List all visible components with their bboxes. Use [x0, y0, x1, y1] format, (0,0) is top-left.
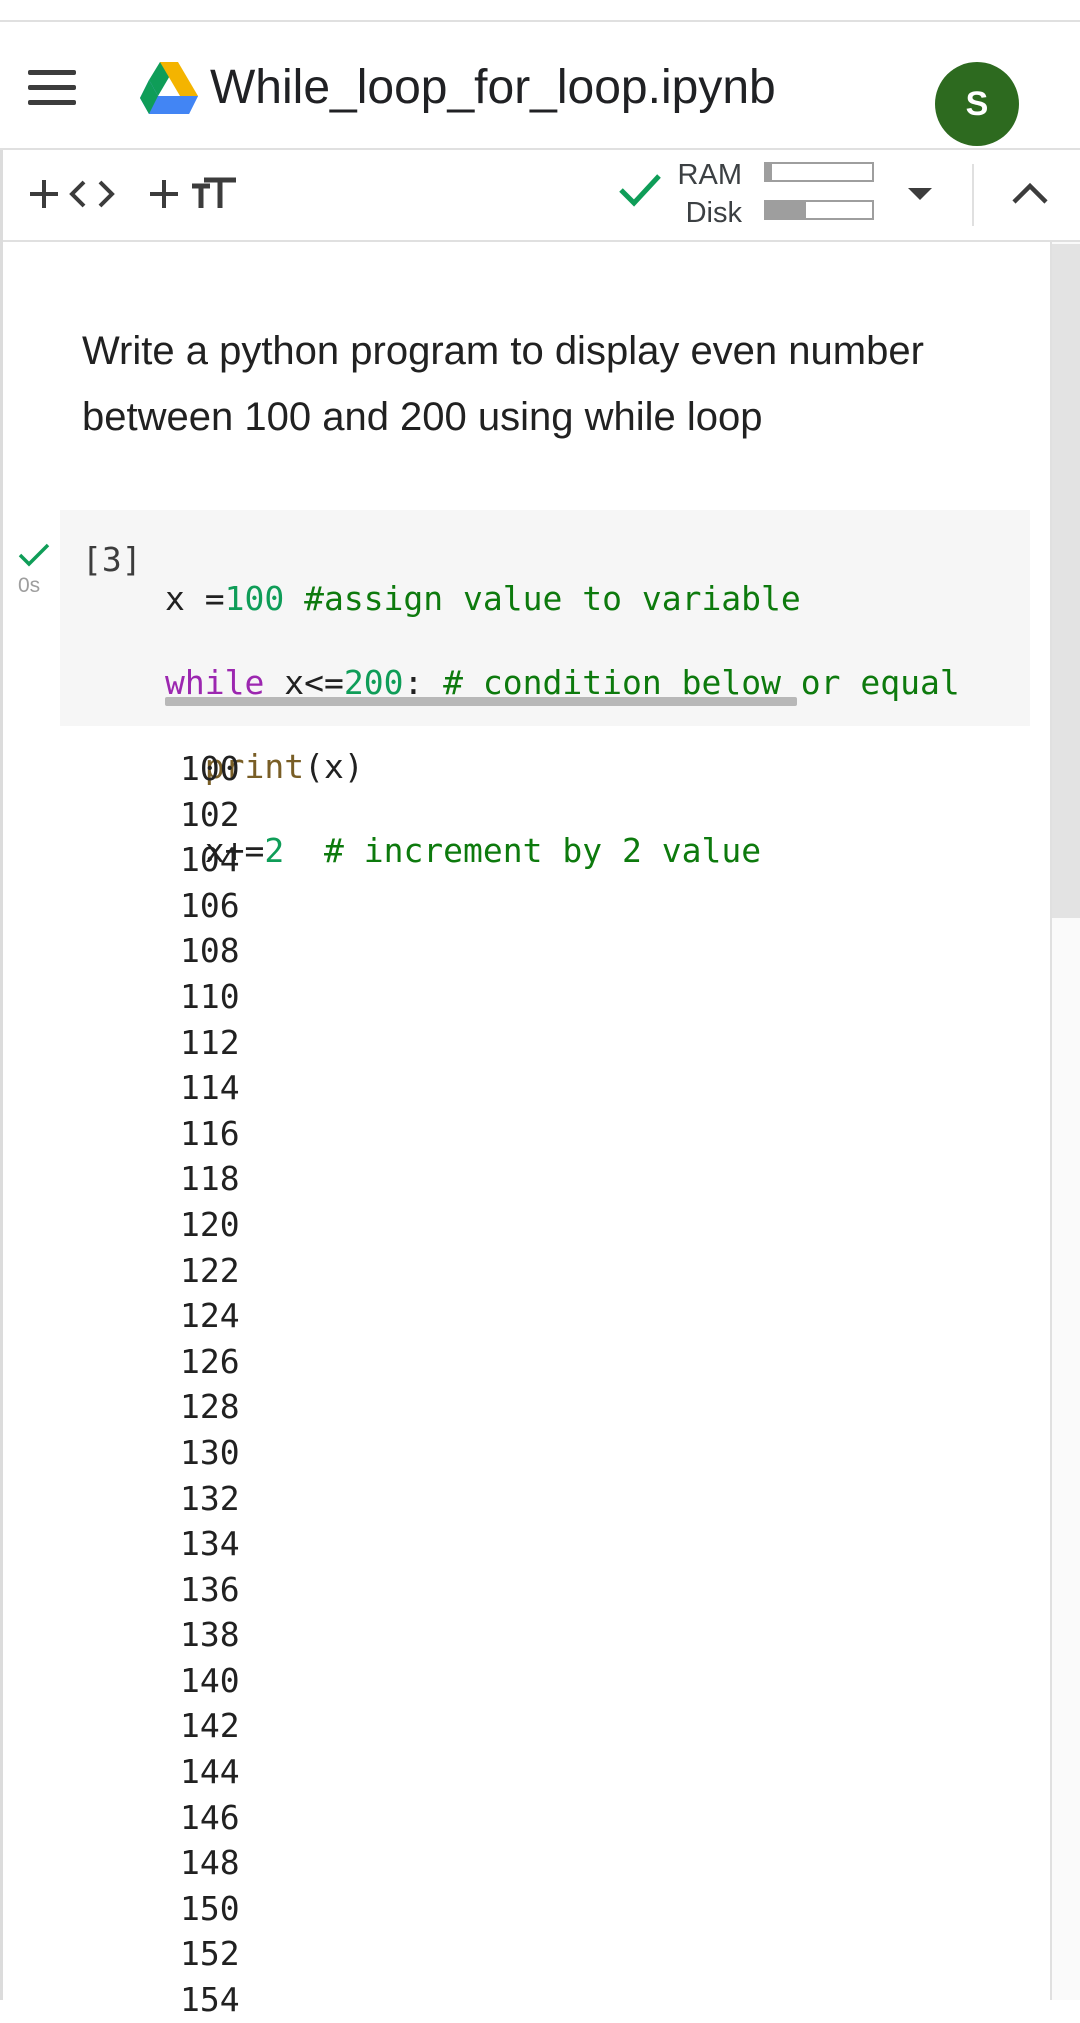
ram-label: RAM	[677, 159, 742, 191]
output-line: 110	[180, 976, 240, 1016]
text-cell-line: between 100 and 200 using while loop	[82, 395, 763, 439]
output-line: 118	[180, 1159, 240, 1199]
cell-output: 100 102 104 106 108 110 112 114 116 118 120 122 124 1…	[180, 746, 240, 2023]
toolbar-divider	[972, 164, 974, 226]
code-horizontal-scrollbar[interactable]	[165, 697, 797, 706]
output-line: 150	[180, 1888, 240, 1928]
add-code-button[interactable]	[30, 166, 118, 222]
plus-code-icon	[30, 180, 115, 208]
output-line: 122	[180, 1250, 240, 1290]
code-editor[interactable]: x =100 #assign value to variable while x…	[165, 536, 1010, 914]
output-line: 130	[180, 1432, 240, 1472]
ram-usage-bar	[764, 162, 874, 182]
execution-success-icon	[18, 543, 50, 567]
scrollbar-thumb[interactable]	[1052, 244, 1080, 918]
text-cell-line: Write a python program to display even n…	[82, 329, 924, 373]
output-line: 144	[180, 1752, 240, 1792]
app-header: While_loop_for_loop.ipynb S	[0, 22, 1080, 148]
output-line: 138	[180, 1615, 240, 1655]
notebook-toolbar: RAM Disk	[0, 150, 1080, 240]
add-text-button[interactable]	[150, 166, 238, 222]
toolbar-divider-line	[0, 240, 1080, 242]
check-icon	[619, 174, 661, 207]
output-line: 106	[180, 885, 240, 925]
output-line: 124	[180, 1296, 240, 1336]
output-line: 132	[180, 1478, 240, 1518]
output-line: 102	[180, 794, 240, 834]
hamburger-menu-icon[interactable]	[28, 70, 78, 110]
chevron-up-icon[interactable]	[1010, 176, 1050, 210]
output-line: 104	[180, 840, 240, 880]
resource-labels[interactable]: RAM Disk	[672, 156, 742, 232]
output-line: 140	[180, 1660, 240, 1700]
content-left-border	[0, 150, 3, 2000]
output-line: 100	[180, 749, 240, 788]
code-line: x+=2 # increment by 2 value	[204, 831, 762, 870]
output-line: 152	[180, 1934, 240, 1974]
code-line: x =100 #assign value to variable	[165, 579, 801, 618]
output-line: 116	[180, 1113, 240, 1153]
output-line: 126	[180, 1341, 240, 1381]
google-drive-logo	[140, 62, 198, 114]
output-line: 128	[180, 1387, 240, 1427]
text-cell[interactable]: Write a python program to display even n…	[82, 318, 982, 450]
output-line: 142	[180, 1706, 240, 1746]
disk-label: Disk	[685, 197, 742, 229]
output-line: 120	[180, 1204, 240, 1244]
disk-usage-bar	[764, 200, 874, 220]
plus-text-icon	[150, 177, 236, 208]
output-line: 146	[180, 1797, 240, 1837]
output-line: 114	[180, 1068, 240, 1108]
caret-down-icon[interactable]	[906, 186, 934, 202]
output-line: 108	[180, 931, 240, 971]
execution-count[interactable]: [3]	[82, 540, 142, 579]
output-line: 136	[180, 1569, 240, 1609]
code-line: print(x)	[204, 747, 364, 786]
notebook-title[interactable]: While_loop_for_loop.ipynb	[210, 60, 776, 115]
output-line: 112	[180, 1022, 240, 1062]
execution-time: 0s	[18, 574, 41, 597]
account-avatar[interactable]: S	[935, 62, 1019, 146]
output-line: 148	[180, 1843, 240, 1883]
output-line: 134	[180, 1524, 240, 1564]
